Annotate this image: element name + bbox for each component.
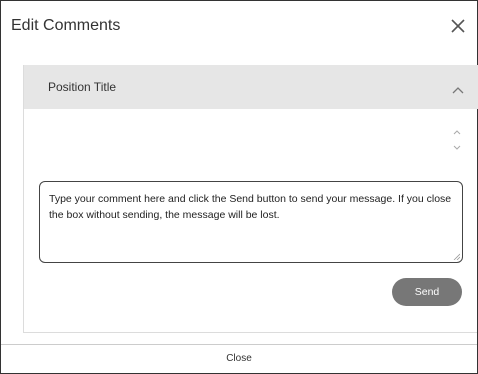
panel-header[interactable]: Position Title <box>24 65 478 109</box>
panel-title: Position Title <box>48 80 117 94</box>
position-title-panel: Position Title Type your comment here an… <box>23 65 478 333</box>
close-button[interactable]: Close <box>226 353 252 364</box>
comment-text: Type your comment here and click the Sen… <box>49 193 452 221</box>
dialog-footer: Close <box>1 353 477 364</box>
comment-textarea[interactable]: Type your comment here and click the Sen… <box>39 181 463 263</box>
send-button[interactable]: Send <box>392 278 462 306</box>
dialog-header: Edit Comments <box>1 1 477 57</box>
close-icon[interactable] <box>449 17 467 35</box>
resize-grip-icon[interactable] <box>453 253 460 260</box>
edit-comments-dialog: Edit Comments Position Title Type your c… <box>0 0 478 374</box>
scroll-arrows-icon[interactable] <box>452 127 462 153</box>
dialog-title: Edit Comments <box>11 17 121 34</box>
chevron-up-icon[interactable] <box>452 81 464 94</box>
footer-divider <box>1 344 477 345</box>
